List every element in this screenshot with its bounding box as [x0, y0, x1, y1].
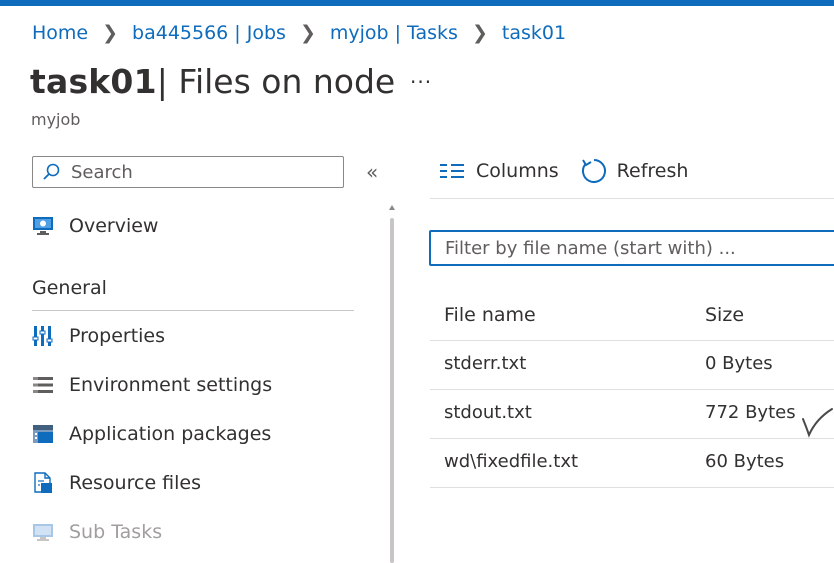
page-title-blade: | Files on node	[156, 62, 396, 101]
refresh-icon	[581, 159, 606, 183]
files-table: File name Size stderr.txt 0 Bytes stdout…	[430, 294, 834, 488]
properties-icon	[32, 325, 54, 347]
table-row[interactable]: stderr.txt 0 Bytes	[430, 341, 834, 390]
columns-button[interactable]: Columns	[440, 160, 559, 182]
sidebar-item-application-packages[interactable]: Application packages	[32, 423, 271, 445]
page-title-resource: task01	[30, 62, 157, 101]
chevron-right-icon: ❯	[299, 22, 316, 44]
page-title: task01 | Files on node	[30, 62, 395, 101]
table-row[interactable]: wd\fixedfile.txt 60 Bytes	[430, 439, 834, 488]
chevron-right-icon: ❯	[102, 22, 119, 44]
file-size-cell: 0 Bytes	[705, 353, 773, 374]
checkmark-annotation-icon	[802, 408, 833, 438]
section-heading-general: General	[32, 277, 107, 299]
sidebar-item-label: Overview	[69, 215, 159, 237]
breadcrumb-task[interactable]: task01	[502, 22, 566, 44]
sidebar-item-properties[interactable]: Properties	[32, 325, 165, 347]
page-subtitle: myjob	[31, 110, 81, 129]
file-name-cell[interactable]: stderr.txt	[444, 353, 526, 374]
command-bar: Columns Refresh	[440, 158, 688, 184]
table-row[interactable]: stdout.txt 772 Bytes	[430, 390, 834, 439]
column-header-file-name[interactable]: File name	[444, 304, 536, 326]
filter-box	[429, 230, 834, 266]
resource-files-icon	[32, 472, 54, 494]
search-icon	[43, 163, 60, 180]
more-options-button[interactable]: ···	[410, 70, 432, 94]
application-packages-icon	[32, 423, 54, 445]
sidebar-item-label: Properties	[69, 325, 166, 347]
overview-icon	[32, 215, 54, 237]
collapse-sidebar-button[interactable]: «	[366, 160, 378, 184]
sidebar-scrollbar[interactable]	[390, 218, 394, 563]
sidebar-item-resource-files[interactable]: Resource files	[32, 472, 201, 494]
sidebar-item-label: Environment settings	[69, 374, 273, 396]
refresh-label: Refresh	[616, 160, 689, 182]
file-name-cell[interactable]: wd\fixedfile.txt	[444, 451, 578, 472]
file-name-cell[interactable]: stdout.txt	[444, 402, 532, 423]
sidebar-item-overview[interactable]: Overview	[32, 215, 158, 237]
environment-settings-icon	[32, 374, 54, 396]
sidebar-search	[32, 156, 344, 188]
chevron-right-icon: ❯	[471, 22, 488, 44]
top-accent-bar	[0, 0, 834, 6]
breadcrumb-tasks[interactable]: myjob | Tasks	[330, 22, 458, 44]
columns-label: Columns	[476, 160, 559, 182]
filter-input[interactable]	[443, 236, 834, 260]
column-header-size[interactable]: Size	[705, 304, 744, 326]
file-size-cell: 772 Bytes	[705, 402, 796, 423]
refresh-button[interactable]: Refresh	[581, 158, 689, 184]
sidebar-item-label: Resource files	[69, 472, 202, 494]
sidebar-item-label: Application packages	[69, 423, 272, 445]
sidebar-item-sub-tasks[interactable]: Sub Tasks	[32, 521, 162, 543]
sidebar-item-environment-settings[interactable]: Environment settings	[32, 374, 272, 396]
sidebar-item-label: Sub Tasks	[69, 521, 163, 543]
scroll-up-arrow[interactable]	[389, 205, 395, 210]
file-size-cell: 60 Bytes	[705, 451, 785, 472]
sub-tasks-icon	[32, 521, 54, 543]
breadcrumb: Home ❯ ba445566 | Jobs ❯ myjob | Tasks ❯…	[32, 22, 566, 44]
table-header-row: File name Size	[430, 294, 834, 341]
breadcrumb-jobs[interactable]: ba445566 | Jobs	[132, 22, 286, 44]
divider	[430, 198, 834, 199]
search-input[interactable]	[69, 160, 333, 184]
breadcrumb-home[interactable]: Home	[32, 22, 88, 44]
columns-icon	[440, 164, 464, 178]
divider	[32, 310, 354, 311]
